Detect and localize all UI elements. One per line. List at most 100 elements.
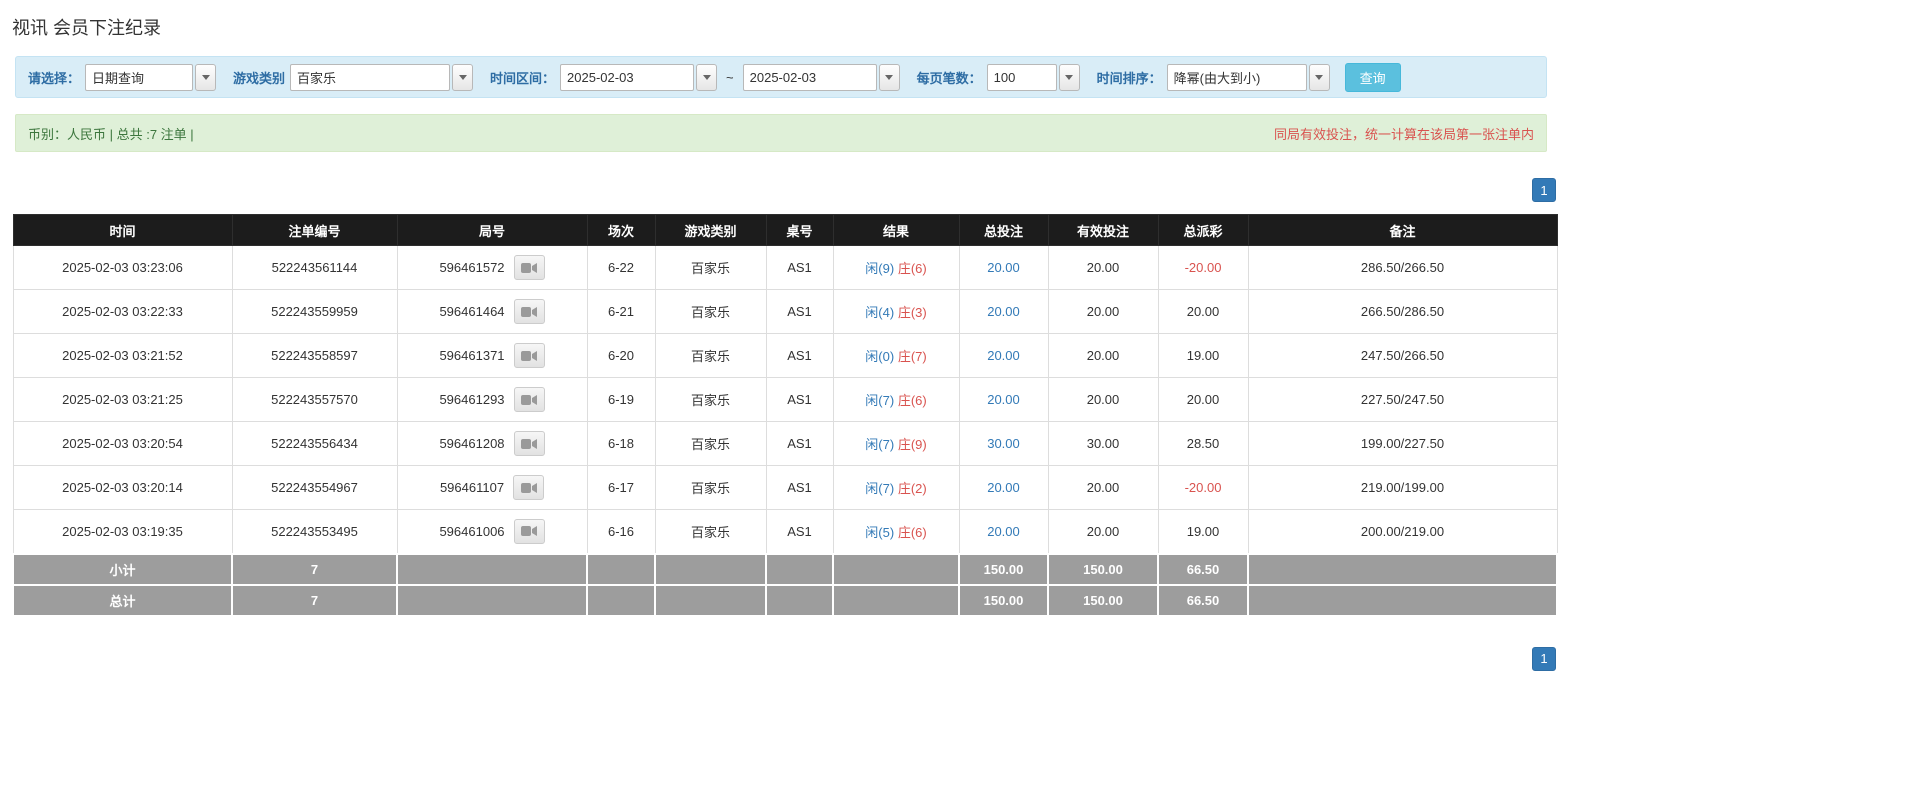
table-row: 2025-02-03 03:21:25 522243557570 596461293… bbox=[12, 377, 1558, 422]
result-player: 闲(7) bbox=[865, 437, 895, 452]
notice-text: 同局有效投注，统一计算在该局第一张注单内 bbox=[1273, 126, 1534, 142]
table-number-cell: AS1 bbox=[765, 333, 834, 378]
chevron-down-icon bbox=[1315, 74, 1324, 80]
total-bet-cell[interactable]: 20.00 bbox=[958, 289, 1049, 334]
result-player: 闲(4) bbox=[865, 305, 895, 320]
column-header: 总投注 bbox=[958, 214, 1049, 246]
session-cell: 6-16 bbox=[586, 509, 656, 554]
chevron-down-icon bbox=[201, 74, 210, 80]
summary-payout-cell: 66.50 bbox=[1157, 552, 1249, 586]
bet-id-cell: 522243554967 bbox=[231, 465, 398, 510]
game-type-cell: 百家乐 bbox=[654, 289, 767, 334]
round-id-cell: 596461371 bbox=[396, 333, 588, 378]
summary-empty-cell bbox=[765, 583, 834, 617]
column-header: 注单编号 bbox=[231, 214, 398, 246]
video-replay-button[interactable] bbox=[513, 518, 545, 544]
bet-records-table: 时间 注单编号 局号 场次 游戏类别 桌号 结果 总投注 有效投注 总派彩 备注 2025-02-0… bbox=[12, 214, 1558, 617]
game-type-label: 游戏类别 bbox=[233, 70, 286, 86]
game-type-dropdown-button[interactable] bbox=[452, 63, 474, 91]
video-replay-button[interactable] bbox=[513, 343, 545, 368]
total-bet-cell[interactable]: 20.00 bbox=[958, 377, 1049, 422]
pagination-bottom: 1 bbox=[12, 646, 1556, 671]
per-page-dropdown-button[interactable] bbox=[1058, 63, 1080, 91]
video-camera-icon bbox=[521, 262, 538, 273]
video-replay-button[interactable] bbox=[513, 475, 545, 500]
per-page-input[interactable] bbox=[986, 63, 1057, 91]
table-row: 2025-02-03 03:19:35 522243553495 596461006… bbox=[12, 509, 1558, 554]
page-button[interactable]: 1 bbox=[1532, 178, 1556, 202]
date-from-dropdown-button[interactable] bbox=[696, 63, 718, 91]
payout-cell: 20.00 bbox=[1157, 289, 1249, 334]
round-id-wrap: 596461371 bbox=[439, 343, 545, 368]
round-id-cell: 596461464 bbox=[396, 289, 588, 334]
valid-bet-cell: 30.00 bbox=[1047, 421, 1159, 466]
result-cell: 闲(4) 庄(3) bbox=[832, 289, 960, 334]
total-bet-cell[interactable]: 20.00 bbox=[958, 509, 1049, 554]
table-row: 2025-02-03 03:20:14 522243554967 596461107… bbox=[12, 465, 1558, 510]
time-sort-combo bbox=[1166, 63, 1330, 91]
total-bet-cell[interactable]: 20.00 bbox=[958, 333, 1049, 378]
time-cell: 2025-02-03 03:21:25 bbox=[12, 377, 233, 422]
round-id-wrap: 596461293 bbox=[439, 387, 545, 412]
summary-valid-bet-cell: 150.00 bbox=[1047, 552, 1159, 586]
total-bet-cell[interactable]: 20.00 bbox=[958, 245, 1049, 290]
video-replay-button[interactable] bbox=[513, 431, 545, 456]
remark-cell: 286.50/266.50 bbox=[1247, 245, 1558, 290]
time-sort-input[interactable] bbox=[1166, 63, 1307, 91]
round-id: 596461293 bbox=[439, 392, 505, 407]
total-bet-cell[interactable]: 20.00 bbox=[958, 465, 1049, 510]
summary-empty-cell bbox=[654, 552, 767, 586]
date-to-combo bbox=[742, 63, 900, 91]
date-to-dropdown-button[interactable] bbox=[878, 63, 900, 91]
query-type-dropdown-button[interactable] bbox=[195, 63, 217, 91]
valid-bet-cell: 20.00 bbox=[1047, 377, 1159, 422]
remark-cell: 266.50/286.50 bbox=[1247, 289, 1558, 334]
bet-id-cell: 522243561144 bbox=[231, 245, 398, 290]
valid-bet-cell: 20.00 bbox=[1047, 245, 1159, 290]
summary-empty-cell bbox=[396, 552, 588, 586]
date-from-input[interactable] bbox=[560, 63, 695, 91]
result-banker: 庄(3) bbox=[897, 305, 927, 320]
time-sort-dropdown-button[interactable] bbox=[1308, 63, 1330, 91]
round-id: 596461572 bbox=[439, 260, 505, 275]
game-type-cell: 百家乐 bbox=[654, 509, 767, 554]
table-row: 2025-02-03 03:23:06 522243561144 596461572… bbox=[12, 245, 1558, 290]
valid-bet-cell: 20.00 bbox=[1047, 509, 1159, 554]
game-type-input[interactable] bbox=[290, 63, 451, 91]
column-header: 局号 bbox=[396, 214, 588, 246]
result-cell: 闲(9) 庄(6) bbox=[832, 245, 960, 290]
table-row: 2025-02-03 03:21:52 522243558597 596461371… bbox=[12, 333, 1558, 378]
video-camera-icon bbox=[521, 526, 538, 537]
bet-id-cell: 522243559959 bbox=[231, 289, 398, 334]
summary-empty-cell bbox=[654, 583, 767, 617]
video-replay-button[interactable] bbox=[513, 387, 545, 412]
chevron-down-icon bbox=[885, 74, 894, 80]
result-banker: 庄(6) bbox=[897, 261, 927, 276]
summary-empty-cell bbox=[396, 583, 588, 617]
video-replay-button[interactable] bbox=[513, 299, 545, 324]
result-banker: 庄(6) bbox=[897, 393, 927, 408]
round-id-cell: 596461107 bbox=[396, 465, 588, 510]
search-button[interactable]: 查询 bbox=[1344, 62, 1401, 92]
summary-empty-cell bbox=[1247, 583, 1558, 617]
column-header: 有效投注 bbox=[1047, 214, 1159, 246]
time-cell: 2025-02-03 03:21:52 bbox=[12, 333, 233, 378]
column-header: 场次 bbox=[586, 214, 656, 246]
remark-cell: 227.50/247.50 bbox=[1247, 377, 1558, 422]
remark-cell: 219.00/199.00 bbox=[1247, 465, 1558, 510]
result-cell: 闲(0) 庄(7) bbox=[832, 333, 960, 378]
video-replay-button[interactable] bbox=[513, 255, 545, 280]
video-camera-icon bbox=[521, 394, 538, 405]
remark-cell: 247.50/266.50 bbox=[1247, 333, 1558, 378]
total-bet-cell[interactable]: 30.00 bbox=[958, 421, 1049, 466]
query-type-label: 请选择： bbox=[28, 70, 81, 86]
page-button[interactable]: 1 bbox=[1532, 646, 1556, 671]
query-type-input[interactable] bbox=[85, 63, 194, 91]
main-container: 视讯 会员下注纪录 请选择： 游戏类别 时间区间： ~ 每页笔数： 时间排序： bbox=[0, 0, 1558, 671]
session-cell: 6-18 bbox=[586, 421, 656, 466]
column-header: 备注 bbox=[1247, 214, 1558, 246]
date-to-input[interactable] bbox=[742, 63, 877, 91]
round-id-wrap: 596461464 bbox=[439, 299, 545, 324]
summary-empty-cell bbox=[1247, 552, 1558, 586]
session-cell: 6-21 bbox=[586, 289, 656, 334]
